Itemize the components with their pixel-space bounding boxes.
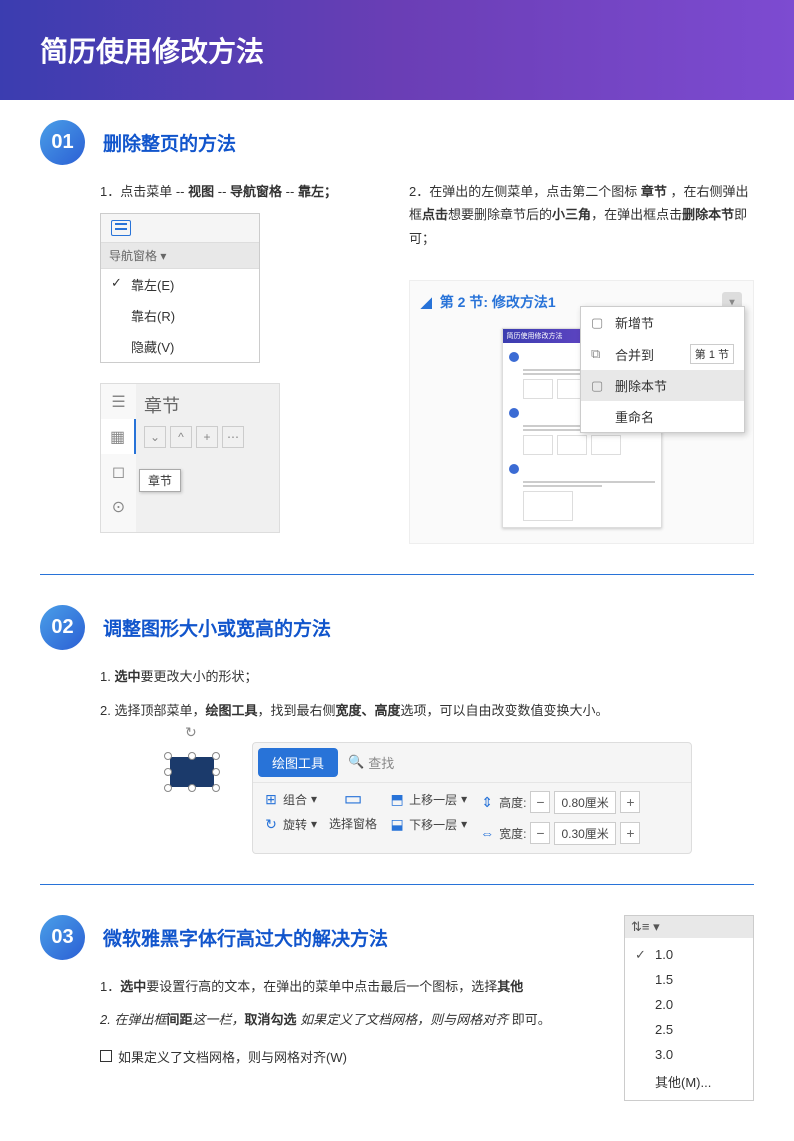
s1-step1: 1．点击菜单 -- 视图 -- 导航窗格 -- 靠左； — [100, 180, 369, 203]
tool-1[interactable]: ⌄ — [144, 426, 166, 448]
merge-icon: ⧉ — [591, 346, 607, 362]
separator-1 — [40, 574, 754, 575]
height-plus[interactable]: + — [620, 791, 640, 813]
s3-step1: 1．选中要设置行高的文本，在弹出的菜单中点击最后一个图标，选择其他 — [100, 975, 584, 998]
nav-pane-icon — [111, 220, 131, 236]
width-icon: ⇔ — [479, 825, 495, 841]
select-pane-icon: ▭ — [345, 791, 361, 807]
collapse-triangle-icon[interactable]: ◢ — [421, 294, 432, 311]
selected-shape[interactable]: ↻ — [162, 742, 222, 802]
ctx-merge[interactable]: ⧉合并到第 1 节 — [581, 338, 744, 370]
thumb-title: 简历使用修改方法 — [507, 331, 563, 341]
width-input[interactable]: 0.30厘米 — [554, 822, 616, 845]
down-layer-icon: ⬓ — [389, 816, 405, 832]
drawing-tools-tab[interactable]: 绘图工具 — [258, 748, 338, 777]
section-2: 02 调整图形大小或宽高的方法 1. 选中要更改大小的形状； 2. 选择顶部菜单… — [40, 605, 754, 854]
section-badge-1: 01 — [40, 120, 85, 165]
tool-3[interactable]: + — [196, 426, 218, 448]
s1-step2: 2．在弹出的左侧菜单，点击第二个图标 章节 ，在右侧弹出框点击想要删除章节后的小… — [409, 180, 754, 250]
send-backward-button[interactable]: ⬓下移一层 ▾ — [389, 816, 467, 833]
s3-step2: 2. 在弹出框间距这一栏，取消勾选 如果定义了文档网格，则与网格对齐 即可。 — [100, 1008, 584, 1031]
page-header: 简历使用修改方法 — [0, 0, 794, 100]
ls-2.0[interactable]: 2.0 — [625, 992, 753, 1017]
group-icon: ⊞ — [263, 791, 279, 807]
tool-2[interactable]: ^ — [170, 426, 192, 448]
menu-align-left[interactable]: 靠左(E) — [101, 269, 259, 300]
ls-other[interactable]: 其他(M)... — [625, 1067, 753, 1096]
separator-2 — [40, 884, 754, 885]
chapter-panel: ◢ 第 2 节: 修改方法1 ▾ 简历使用修改方法 ▢新增 — [409, 280, 754, 544]
menu-hide[interactable]: 隐藏(V) — [101, 331, 259, 362]
section-badge-2: 02 — [40, 605, 85, 650]
ls-2.5[interactable]: 2.5 — [625, 1017, 753, 1042]
magnifier-icon: 🔍 — [348, 754, 364, 770]
width-label: 宽度: — [499, 825, 526, 842]
page-title: 简历使用修改方法 — [40, 36, 264, 67]
nav-dropdown: 靠左(E) 靠右(R) 隐藏(V) — [101, 268, 259, 362]
chapter-tooltip: 章节 — [139, 469, 181, 492]
section-1: 01 删除整页的方法 1．点击菜单 -- 视图 -- 导航窗格 -- 靠左； 导… — [40, 120, 754, 544]
height-input[interactable]: 0.80厘米 — [554, 791, 616, 814]
s2-step2: 2. 选择顶部菜单，绘图工具，找到最右侧宽度、高度选项，可以自由改变数值变换大小… — [100, 699, 754, 722]
up-layer-icon: ⬒ — [389, 791, 405, 807]
section-title-1: 删除整页的方法 — [103, 129, 236, 156]
bookmark-icon[interactable]: ◻ — [101, 454, 136, 489]
section-badge-3: 03 — [40, 915, 85, 960]
outline-icon[interactable]: ☰ — [101, 384, 136, 419]
rotate-handle-icon[interactable]: ↻ — [185, 724, 199, 738]
search-button[interactable]: 🔍查找 — [348, 753, 394, 772]
height-icon: ⇕ — [479, 794, 495, 810]
ls-1.0[interactable]: 1.0 — [625, 942, 753, 967]
ls-1.5[interactable]: 1.5 — [625, 967, 753, 992]
nav-pane-ui: 导航窗格 ▾ 靠左(E) 靠右(R) 隐藏(V) — [100, 213, 260, 363]
section-title-3: 微软雅黑字体行高过大的解决方法 — [103, 924, 388, 951]
chapter-icon[interactable]: ▦ — [101, 419, 136, 454]
select-pane-button[interactable]: 选择窗格 — [329, 815, 377, 832]
nav-pane-button[interactable] — [101, 214, 259, 242]
tool-4[interactable]: ⋯ — [222, 426, 244, 448]
search-icon[interactable]: ⊙ — [101, 489, 136, 524]
section-title-2: 调整图形大小或宽高的方法 — [103, 614, 331, 641]
bring-forward-button[interactable]: ⬒上移一层 ▾ — [389, 791, 467, 808]
rotate-icon: ↻ — [263, 816, 279, 832]
sidebar-ui: ☰ ▦ ◻ ⊙ 章节 ⌄ ^ + ⋯ 章节 — [100, 383, 280, 533]
linespacing-menu: ⇅≡ ▾ 1.0 1.5 2.0 2.5 3.0 其他(M)... — [624, 915, 754, 1101]
rotate-button[interactable]: ↻旋转 ▾ — [263, 816, 317, 833]
nav-pane-label: 导航窗格 — [109, 249, 157, 263]
chapter-label: 第 2 节: 修改方法1 — [440, 292, 556, 312]
section-3: 03 微软雅黑字体行高过大的解决方法 1．选中要设置行高的文本，在弹出的菜单中点… — [40, 915, 754, 1101]
s2-step1: 1. 选中要更改大小的形状； — [100, 665, 754, 688]
chapter-context-menu: ▢新增节 ⧉合并到第 1 节 ▢删除本节 重命名 — [580, 306, 745, 433]
height-minus[interactable]: − — [530, 791, 550, 813]
checkbox-row: 如果定义了文档网格，则与网格对齐(W) — [100, 1047, 584, 1066]
ctx-new-section[interactable]: ▢新增节 — [581, 307, 744, 338]
linespacing-icon[interactable]: ⇅≡ ▾ — [631, 919, 660, 935]
ctx-delete-section[interactable]: ▢删除本节 — [581, 370, 744, 401]
new-section-icon: ▢ — [591, 315, 607, 331]
drawing-toolbar: 绘图工具 🔍查找 ⊞组合 ▾ ↻旋转 ▾ ▭ 选择窗格 ⬒上移一层 ▾ ⬓下移一… — [252, 742, 692, 854]
sidebar-title: 章节 — [144, 392, 271, 418]
group-button[interactable]: ⊞组合 ▾ — [263, 791, 317, 808]
menu-align-right[interactable]: 靠右(R) — [101, 300, 259, 331]
align-grid-checkbox[interactable] — [100, 1050, 112, 1062]
height-label: 高度: — [499, 794, 526, 811]
width-minus[interactable]: − — [530, 822, 550, 844]
width-plus[interactable]: + — [620, 822, 640, 844]
delete-icon: ▢ — [591, 378, 607, 394]
merge-target[interactable]: 第 1 节 — [690, 344, 734, 364]
checkbox-label: 如果定义了文档网格，则与网格对齐(W) — [118, 1047, 347, 1066]
ctx-rename[interactable]: 重命名 — [581, 401, 744, 432]
ls-3.0[interactable]: 3.0 — [625, 1042, 753, 1067]
